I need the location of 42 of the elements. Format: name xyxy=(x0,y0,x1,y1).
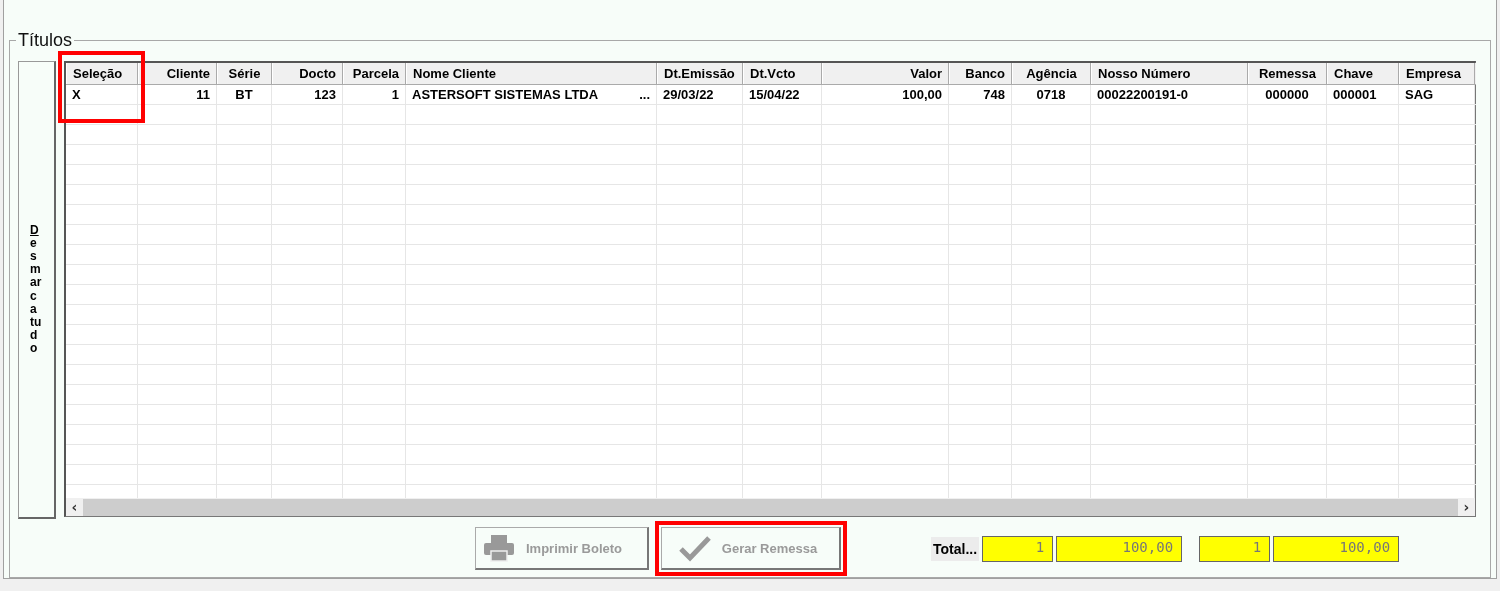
column-header[interactable]: Empresa xyxy=(1399,63,1475,84)
table-cell-text: 11 xyxy=(196,86,210,104)
table-cell-text: BT xyxy=(235,86,253,104)
column-header[interactable]: Seleção xyxy=(66,63,138,84)
totals-label: Total... xyxy=(931,536,980,561)
column-header[interactable]: Nome Cliente xyxy=(406,63,657,84)
group-title: Títulos xyxy=(17,31,74,51)
table-cell-text: 000000 xyxy=(1265,86,1309,104)
scroll-right-button[interactable]: › xyxy=(1458,499,1475,515)
column-header[interactable]: Banco xyxy=(949,63,1012,84)
table-cell-text: 29/03/22 xyxy=(663,86,714,104)
total-field: 1 xyxy=(1199,535,1271,562)
total-field: 100,00 xyxy=(1273,535,1400,562)
table-cell-text: 0718 xyxy=(1036,86,1066,104)
column-header[interactable]: Remessa xyxy=(1248,63,1327,84)
table-cell-text: 100,00 xyxy=(902,86,942,104)
column-header[interactable]: Docto xyxy=(272,63,343,84)
table-cell-text: 15/04/22 xyxy=(749,86,800,104)
column-header[interactable]: Agência xyxy=(1012,63,1091,84)
column-header[interactable]: Parcela xyxy=(343,63,406,84)
column-header[interactable]: Chave xyxy=(1327,63,1399,84)
total-field: 1 xyxy=(982,535,1054,562)
table-cell-text: 1 xyxy=(391,86,399,104)
scroll-left-button[interactable]: ‹ xyxy=(66,499,83,515)
ellipsis-button[interactable]: ... xyxy=(639,85,650,104)
horizontal-scrollbar[interactable]: ‹ › xyxy=(66,498,1475,516)
column-header[interactable]: Dt.Vcto xyxy=(743,63,822,84)
table-cell-text: SAG xyxy=(1405,86,1434,104)
table-cell-text: 00022200191-0 xyxy=(1097,86,1189,104)
table-cell-text: 748 xyxy=(983,86,1005,104)
deselect-all-button[interactable]: Desmarca tudo xyxy=(18,61,56,519)
column-header[interactable]: Série xyxy=(217,63,272,84)
table-cell-text: X xyxy=(72,86,81,104)
total-field: 100,00 xyxy=(1056,535,1183,562)
column-header[interactable]: Cliente xyxy=(138,63,217,84)
column-header[interactable]: Valor xyxy=(822,63,949,84)
table-cell-text: ASTERSOFT SISTEMAS LTDA xyxy=(412,86,599,104)
table-cell-text: 123 xyxy=(314,86,336,104)
column-header[interactable]: Dt.Emissão xyxy=(657,63,743,84)
table-cell-text: 000001 xyxy=(1333,86,1377,104)
printer-icon xyxy=(482,533,516,563)
column-header[interactable]: Nosso Número xyxy=(1091,63,1248,84)
